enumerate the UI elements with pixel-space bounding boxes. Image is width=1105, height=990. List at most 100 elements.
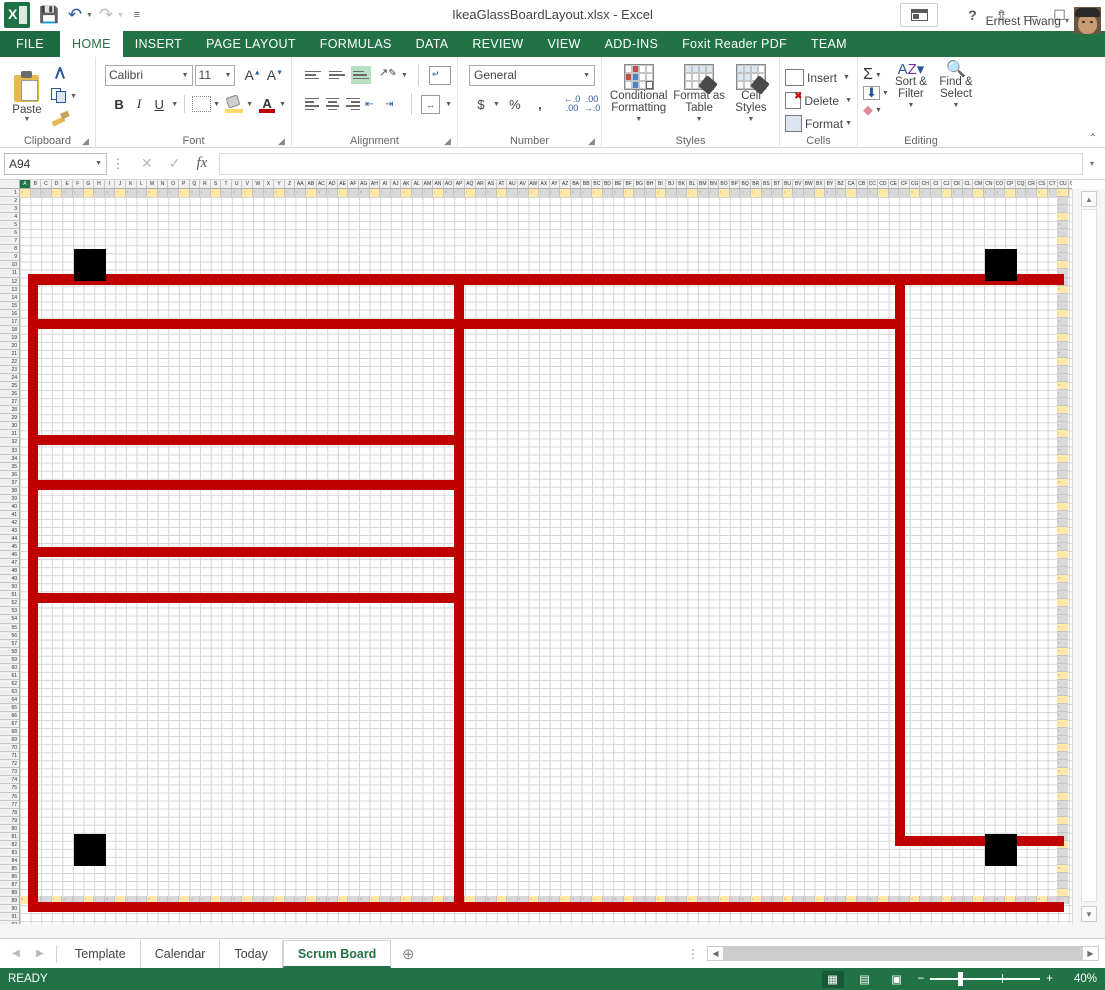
- column-header-cr[interactable]: CR: [1026, 180, 1037, 188]
- delete-cells-button[interactable]: ✖ Delete ▼: [785, 89, 852, 112]
- user-dropdown-caret-icon[interactable]: ▾: [1065, 16, 1069, 25]
- data-cell[interactable]: :: [1057, 366, 1068, 375]
- column-header-e[interactable]: E: [62, 180, 73, 188]
- underline-dropdown-caret-icon[interactable]: ▼: [171, 101, 178, 108]
- data-cell[interactable]: :: [1057, 824, 1068, 833]
- select-all-corner[interactable]: [0, 180, 20, 189]
- data-cell[interactable]: :: [1057, 422, 1068, 431]
- data-cell[interactable]: :: [1057, 889, 1068, 898]
- data-cell[interactable]: :: [878, 189, 889, 198]
- clear-icon[interactable]: ◆: [863, 102, 873, 118]
- row-header-70[interactable]: 70: [0, 744, 19, 753]
- data-cell[interactable]: :: [284, 189, 296, 198]
- cut-button[interactable]: [51, 64, 77, 85]
- data-cell[interactable]: ::: [994, 189, 1006, 198]
- data-cell[interactable]: :: [1057, 293, 1068, 302]
- tab-formulas[interactable]: FORMULAS: [308, 31, 404, 57]
- data-cell[interactable]: ::: [825, 189, 836, 198]
- column-header-q[interactable]: Q: [190, 180, 201, 188]
- data-cell[interactable]: :: [772, 189, 783, 198]
- data-cell[interactable]: :: [634, 189, 646, 198]
- data-cell[interactable]: :: [507, 189, 518, 198]
- data-cell[interactable]: :: [1057, 591, 1068, 600]
- data-cell[interactable]: :: [750, 189, 762, 198]
- row-header-44[interactable]: 44: [0, 535, 19, 544]
- data-cell[interactable]: :: [178, 189, 190, 198]
- page-break-preview-icon[interactable]: ▣: [886, 971, 908, 988]
- column-header-ac[interactable]: AC: [317, 180, 328, 188]
- data-cell[interactable]: :: [1015, 189, 1027, 198]
- row-header-69[interactable]: 69: [0, 736, 19, 745]
- data-cell[interactable]: :: [888, 189, 900, 198]
- row-header-48[interactable]: 48: [0, 567, 19, 576]
- board-row-divider-3[interactable]: [28, 480, 464, 490]
- data-cell[interactable]: :: [941, 189, 953, 198]
- find-select-caret-icon[interactable]: ▼: [953, 100, 960, 112]
- column-header-n[interactable]: N: [158, 180, 169, 188]
- column-header-ca[interactable]: CA: [846, 180, 857, 188]
- column-header-as[interactable]: AS: [486, 180, 497, 188]
- data-cell[interactable]: :: [1057, 261, 1068, 270]
- data-cell[interactable]: ::: [147, 189, 158, 198]
- data-cell[interactable]: ::: [698, 189, 709, 198]
- data-cell[interactable]: :: [1057, 229, 1068, 238]
- data-cell[interactable]: ::: [104, 189, 116, 198]
- data-cell[interactable]: :: [1057, 494, 1068, 503]
- column-header-an[interactable]: AN: [433, 180, 444, 188]
- tab-insert[interactable]: INSERT: [123, 31, 194, 57]
- column-header-ap[interactable]: AP: [454, 180, 465, 188]
- row-header-89[interactable]: 89: [0, 897, 19, 906]
- column-header-x[interactable]: X: [264, 180, 275, 188]
- row-header-11[interactable]: 11: [0, 269, 19, 278]
- insert-cells-button[interactable]: Insert ▼: [785, 66, 852, 89]
- row-header-62[interactable]: 62: [0, 680, 19, 688]
- row-header-13[interactable]: 13: [0, 286, 19, 294]
- column-header-cn[interactable]: CN: [984, 180, 995, 188]
- row-header-72[interactable]: 72: [0, 760, 19, 769]
- previous-sheet-icon[interactable]: ◀: [4, 948, 28, 959]
- column-header-z[interactable]: Z: [285, 180, 296, 188]
- zoom-in-icon[interactable]: +: [1046, 973, 1053, 985]
- row-header-38[interactable]: 38: [0, 487, 19, 495]
- merge-and-center-button[interactable]: ↔: [420, 94, 441, 114]
- row-header-57[interactable]: 57: [0, 640, 19, 648]
- data-cell[interactable]: ::: [1057, 446, 1068, 455]
- column-header-ba[interactable]: BA: [571, 180, 582, 188]
- column-header-c[interactable]: C: [41, 180, 52, 188]
- column-header-a[interactable]: A: [20, 180, 31, 188]
- data-cell[interactable]: :: [973, 189, 985, 198]
- column-header-bx[interactable]: BX: [815, 180, 826, 188]
- collapse-ribbon-icon[interactable]: ⌃: [1089, 133, 1097, 144]
- data-cell[interactable]: :: [1057, 744, 1068, 753]
- row-header-58[interactable]: 58: [0, 648, 19, 656]
- data-cell[interactable]: :: [539, 189, 550, 198]
- column-header-cq[interactable]: CQ: [1016, 180, 1027, 188]
- row-header-31[interactable]: 31: [0, 430, 19, 439]
- data-cell[interactable]: :: [221, 189, 232, 198]
- row-header-51[interactable]: 51: [0, 591, 19, 600]
- row-header-64[interactable]: 64: [0, 696, 19, 704]
- column-header-bl[interactable]: BL: [687, 180, 698, 188]
- row-header-67[interactable]: 67: [0, 720, 19, 729]
- column-header-bu[interactable]: BU: [783, 180, 794, 188]
- data-cell[interactable]: :: [1057, 237, 1068, 246]
- data-cell[interactable]: :: [433, 189, 444, 198]
- data-cell[interactable]: :: [1057, 357, 1068, 367]
- column-header-bb[interactable]: BB: [581, 180, 593, 188]
- column-header-cg[interactable]: CG: [910, 180, 921, 188]
- column-header-cu[interactable]: CU: [1058, 180, 1069, 188]
- data-cell[interactable]: :: [793, 189, 804, 198]
- row-header-90[interactable]: 90: [0, 905, 19, 914]
- data-cell[interactable]: ::: [1057, 382, 1068, 391]
- decrease-decimal-button[interactable]: .00 →.0: [582, 93, 602, 115]
- autosum-caret-icon[interactable]: ▼: [875, 72, 882, 79]
- row-header-4[interactable]: 4: [0, 213, 19, 222]
- column-header-i[interactable]: I: [105, 180, 116, 188]
- column-header-ct[interactable]: CT: [1048, 180, 1059, 188]
- column-header-y[interactable]: Y: [274, 180, 285, 188]
- board-outline-bottom[interactable]: [28, 902, 1064, 912]
- data-cell[interactable]: :: [708, 189, 720, 198]
- column-header-aj[interactable]: AJ: [391, 180, 402, 188]
- data-cell[interactable]: :: [814, 189, 826, 198]
- borders-dropdown-caret-icon[interactable]: ▼: [213, 101, 220, 108]
